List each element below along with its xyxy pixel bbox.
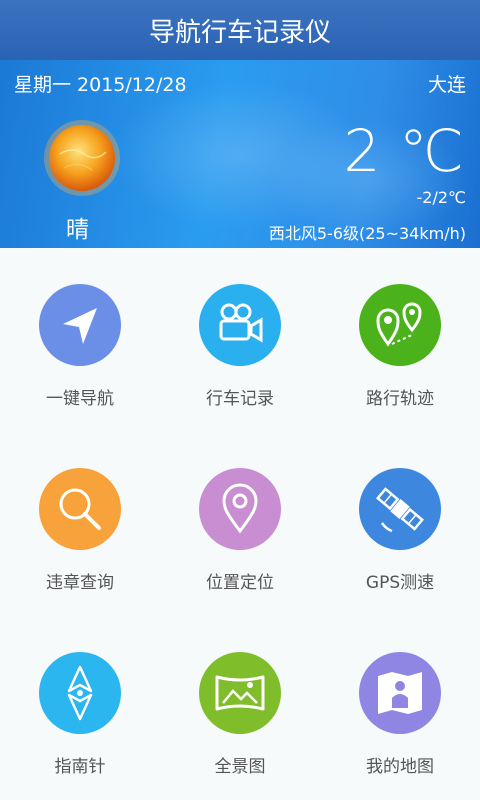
panorama-icon [199, 652, 281, 734]
menu-item-label: 指南针 [54, 757, 106, 777]
wind-info: 西北风5-6级(25~34km/h) [268, 224, 466, 243]
route-track-icon [359, 284, 441, 366]
menu-item-one-key-navigation[interactable]: 一键导航 [0, 284, 160, 409]
satellite-icon [359, 468, 441, 550]
compass-icon [39, 652, 121, 734]
my-map-icon [359, 652, 441, 734]
menu-item-panorama[interactable]: 全景图 [160, 652, 320, 777]
current-temperature: 2 ℃ [343, 117, 464, 185]
temperature-range: -2/2℃ [416, 188, 467, 207]
video-camera-icon [199, 284, 281, 366]
menu-item-label: 路行轨迹 [366, 389, 434, 409]
menu-item-driving-record[interactable]: 行车记录 [160, 284, 320, 409]
menu-item-label: 一键导航 [46, 389, 114, 409]
menu-item-label: 行车记录 [206, 389, 274, 409]
menu-item-location[interactable]: 位置定位 [160, 468, 320, 593]
menu-item-gps-speed[interactable]: GPS测速 [320, 468, 480, 593]
menu-item-my-map[interactable]: 我的地图 [320, 652, 480, 777]
weather-condition: 晴 [66, 217, 89, 243]
menu-item-compass[interactable]: 指南针 [0, 652, 160, 777]
weather-date: 星期一 2015/12/28 [14, 74, 187, 96]
weather-city[interactable]: 大连 [428, 70, 466, 97]
menu-item-label: 全景图 [214, 757, 266, 777]
menu-item-label: 我的地图 [366, 757, 434, 777]
search-icon [39, 468, 121, 550]
menu-item-label: 违章查询 [46, 573, 114, 593]
navigation-arrow-icon [39, 284, 121, 366]
app-title-bar: 导航行车记录仪 [0, 0, 480, 60]
location-pin-icon [199, 468, 281, 550]
weather-panel[interactable]: 星期一 2015/12/28 大连 晴 2 ℃ -2/2℃ 西北风5-6级(25… [0, 60, 480, 248]
app-title: 导航行车记录仪 [148, 17, 331, 48]
sunny-weather-icon [44, 120, 120, 196]
menu-item-route-track[interactable]: 路行轨迹 [320, 284, 480, 409]
menu-item-violation-query[interactable]: 违章查询 [0, 468, 160, 593]
menu-item-label: 位置定位 [206, 573, 274, 593]
menu-item-label: GPS测速 [365, 573, 435, 593]
feature-grid: 一键导航 行车记录 路行轨迹 违章查询 位置定位 GPS测速 指南针 全景图 我… [0, 248, 480, 800]
